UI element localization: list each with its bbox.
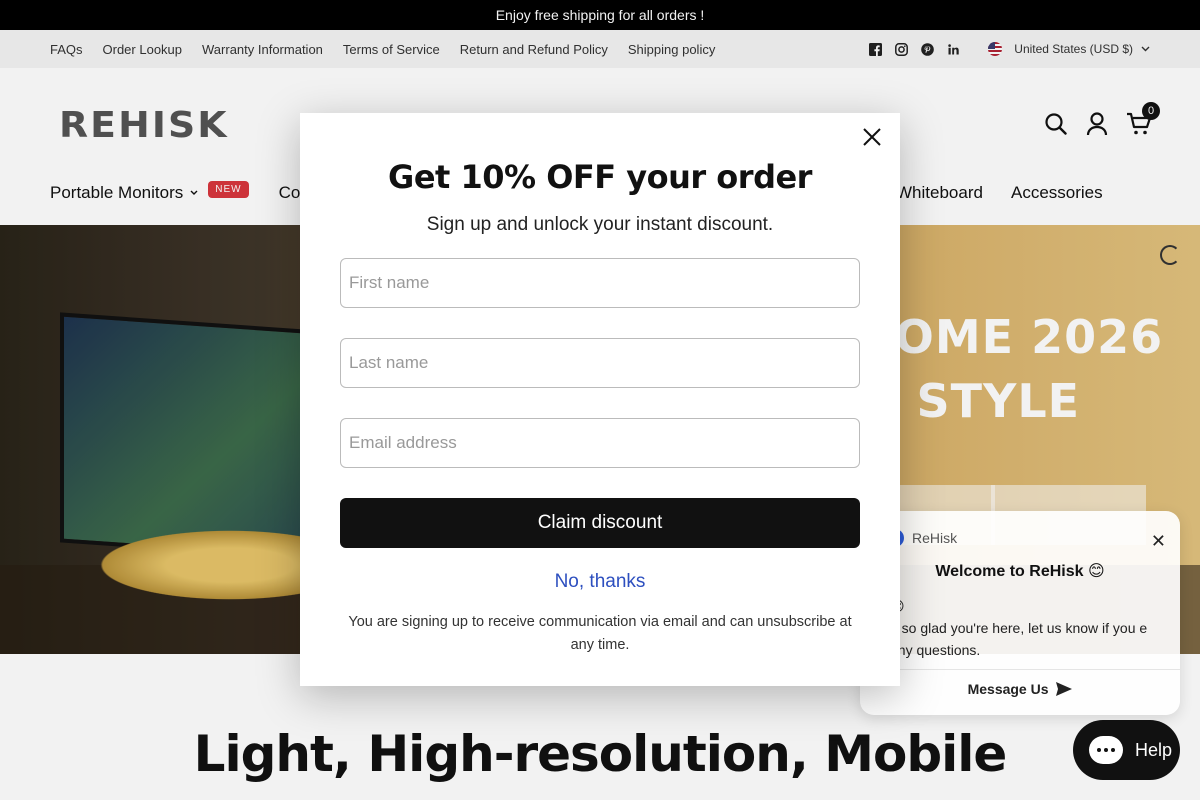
chat-divider — [860, 669, 1180, 670]
no-thanks-link[interactable]: No, thanks — [300, 571, 900, 593]
modal-subtitle: Sign up and unlock your instant discount… — [426, 214, 774, 235]
chat-widget: ReHisk ✕ Welcome to ReHisk 😊 😊 e so glad… — [860, 511, 1180, 715]
chat-brand-name: ReHisk — [912, 530, 958, 546]
legal-disclaimer: You are signing up to receive communicat… — [348, 614, 852, 653]
message-us-label: Message Us — [967, 681, 1049, 697]
chat-emoji-line: 😊 — [890, 595, 1160, 617]
close-icon[interactable]: ✕ — [1151, 531, 1166, 552]
message-us-button[interactable]: Message Us — [860, 681, 1180, 697]
chat-message: 😊 e so glad you're here, let us know if … — [890, 595, 1160, 661]
chat-bubble-icon — [1089, 736, 1123, 764]
send-icon — [1056, 682, 1073, 696]
help-button[interactable]: Help — [1073, 720, 1180, 780]
discount-modal: Get 10% OFF your order Sign up and unloc… — [300, 113, 900, 686]
modal-title: Get 10% OFF your order — [388, 158, 812, 196]
help-label: Help — [1135, 739, 1173, 760]
close-icon[interactable] — [862, 127, 882, 147]
last-name-field[interactable] — [340, 338, 860, 388]
claim-discount-button[interactable]: Claim discount — [340, 498, 860, 548]
chat-welcome: Welcome to ReHisk 😊 — [935, 563, 1105, 580]
email-field[interactable] — [340, 418, 860, 468]
first-name-field[interactable] — [340, 258, 860, 308]
chat-message-text: e so glad you're here, let us know if yo… — [890, 620, 1148, 658]
